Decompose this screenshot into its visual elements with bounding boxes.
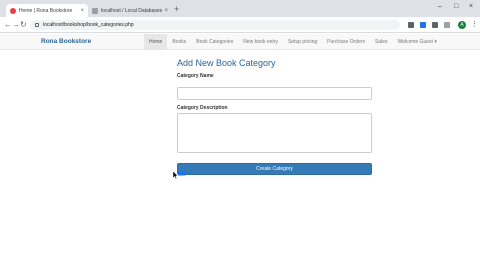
extensions-puzzle-icon[interactable]	[444, 22, 450, 28]
nav-item-purchase-orders[interactable]: Purchase Orders	[322, 34, 370, 50]
close-tab-icon[interactable]: ×	[80, 8, 84, 14]
nav-item-books[interactable]: Books	[167, 34, 191, 50]
browser-tab-phpmyadmin[interactable]: localhost / Local Databases / lo... ×	[88, 4, 172, 17]
create-category-button[interactable]: Create Category	[177, 162, 372, 175]
site-favicon-icon	[10, 7, 16, 14]
extension-icon[interactable]	[420, 22, 426, 28]
page-title: Add New Book Category	[177, 58, 276, 68]
reload-icon[interactable]: ↻	[20, 19, 27, 31]
browser-toolbar: ← → ↻ localhost/bookshop/book_categories…	[0, 17, 480, 33]
mouse-cursor-icon	[172, 171, 185, 179]
close-tab-icon[interactable]: ×	[164, 8, 168, 14]
nav-menu: Home Books Book Categories New book entr…	[144, 34, 442, 50]
star-bookmark-icon[interactable]	[408, 22, 414, 28]
back-arrow-icon[interactable]: ←	[4, 19, 12, 31]
minimize-window-icon[interactable]: –	[438, 3, 442, 10]
address-url: localhost/bookshop/book_categories.php	[43, 22, 134, 28]
category-name-input[interactable]	[177, 86, 372, 100]
nav-item-book-categories[interactable]: Book Categories	[191, 34, 238, 50]
new-tab-button[interactable]: +	[174, 5, 179, 14]
address-bar[interactable]: localhost/bookshop/book_categories.php	[30, 20, 400, 30]
site-navbar: Rona Bookstore Home Books Book Categorie…	[0, 34, 480, 50]
browser-tab-strip: Home | Rona Bookstore × localhost / Loca…	[0, 0, 480, 17]
nav-item-user-dropdown[interactable]: Welcome Guest ▾	[392, 34, 441, 50]
close-window-icon[interactable]: ×	[469, 3, 473, 10]
nav-item-setup-pricing[interactable]: Setup pricing	[283, 34, 322, 50]
category-name-label: Category Name	[177, 73, 214, 79]
nav-item-new-book-entry[interactable]: New book entry	[238, 34, 283, 50]
tab-title: localhost / Local Databases / lo...	[101, 7, 163, 14]
add-category-form: Add New Book Category Category Name Cate…	[177, 58, 373, 175]
extension-icon[interactable]	[432, 22, 438, 28]
info-icon[interactable]	[35, 23, 39, 27]
browser-tab-home[interactable]: Home | Rona Bookstore ×	[6, 4, 88, 17]
maximize-window-icon[interactable]: □	[454, 3, 458, 10]
category-description-textarea[interactable]	[177, 112, 372, 153]
tab-title: Home | Rona Bookstore	[19, 7, 73, 14]
browser-menu-icon[interactable]: ⋮	[471, 20, 478, 28]
category-description-label: Category Description	[177, 104, 228, 111]
forward-arrow-icon[interactable]: →	[12, 19, 20, 31]
site-favicon-icon	[92, 7, 98, 14]
profile-avatar[interactable]: A	[458, 21, 466, 29]
nav-item-home[interactable]: Home	[144, 34, 168, 50]
site-brand[interactable]: Rona Bookstore	[41, 38, 91, 45]
nav-item-sales[interactable]: Sales	[370, 34, 393, 50]
